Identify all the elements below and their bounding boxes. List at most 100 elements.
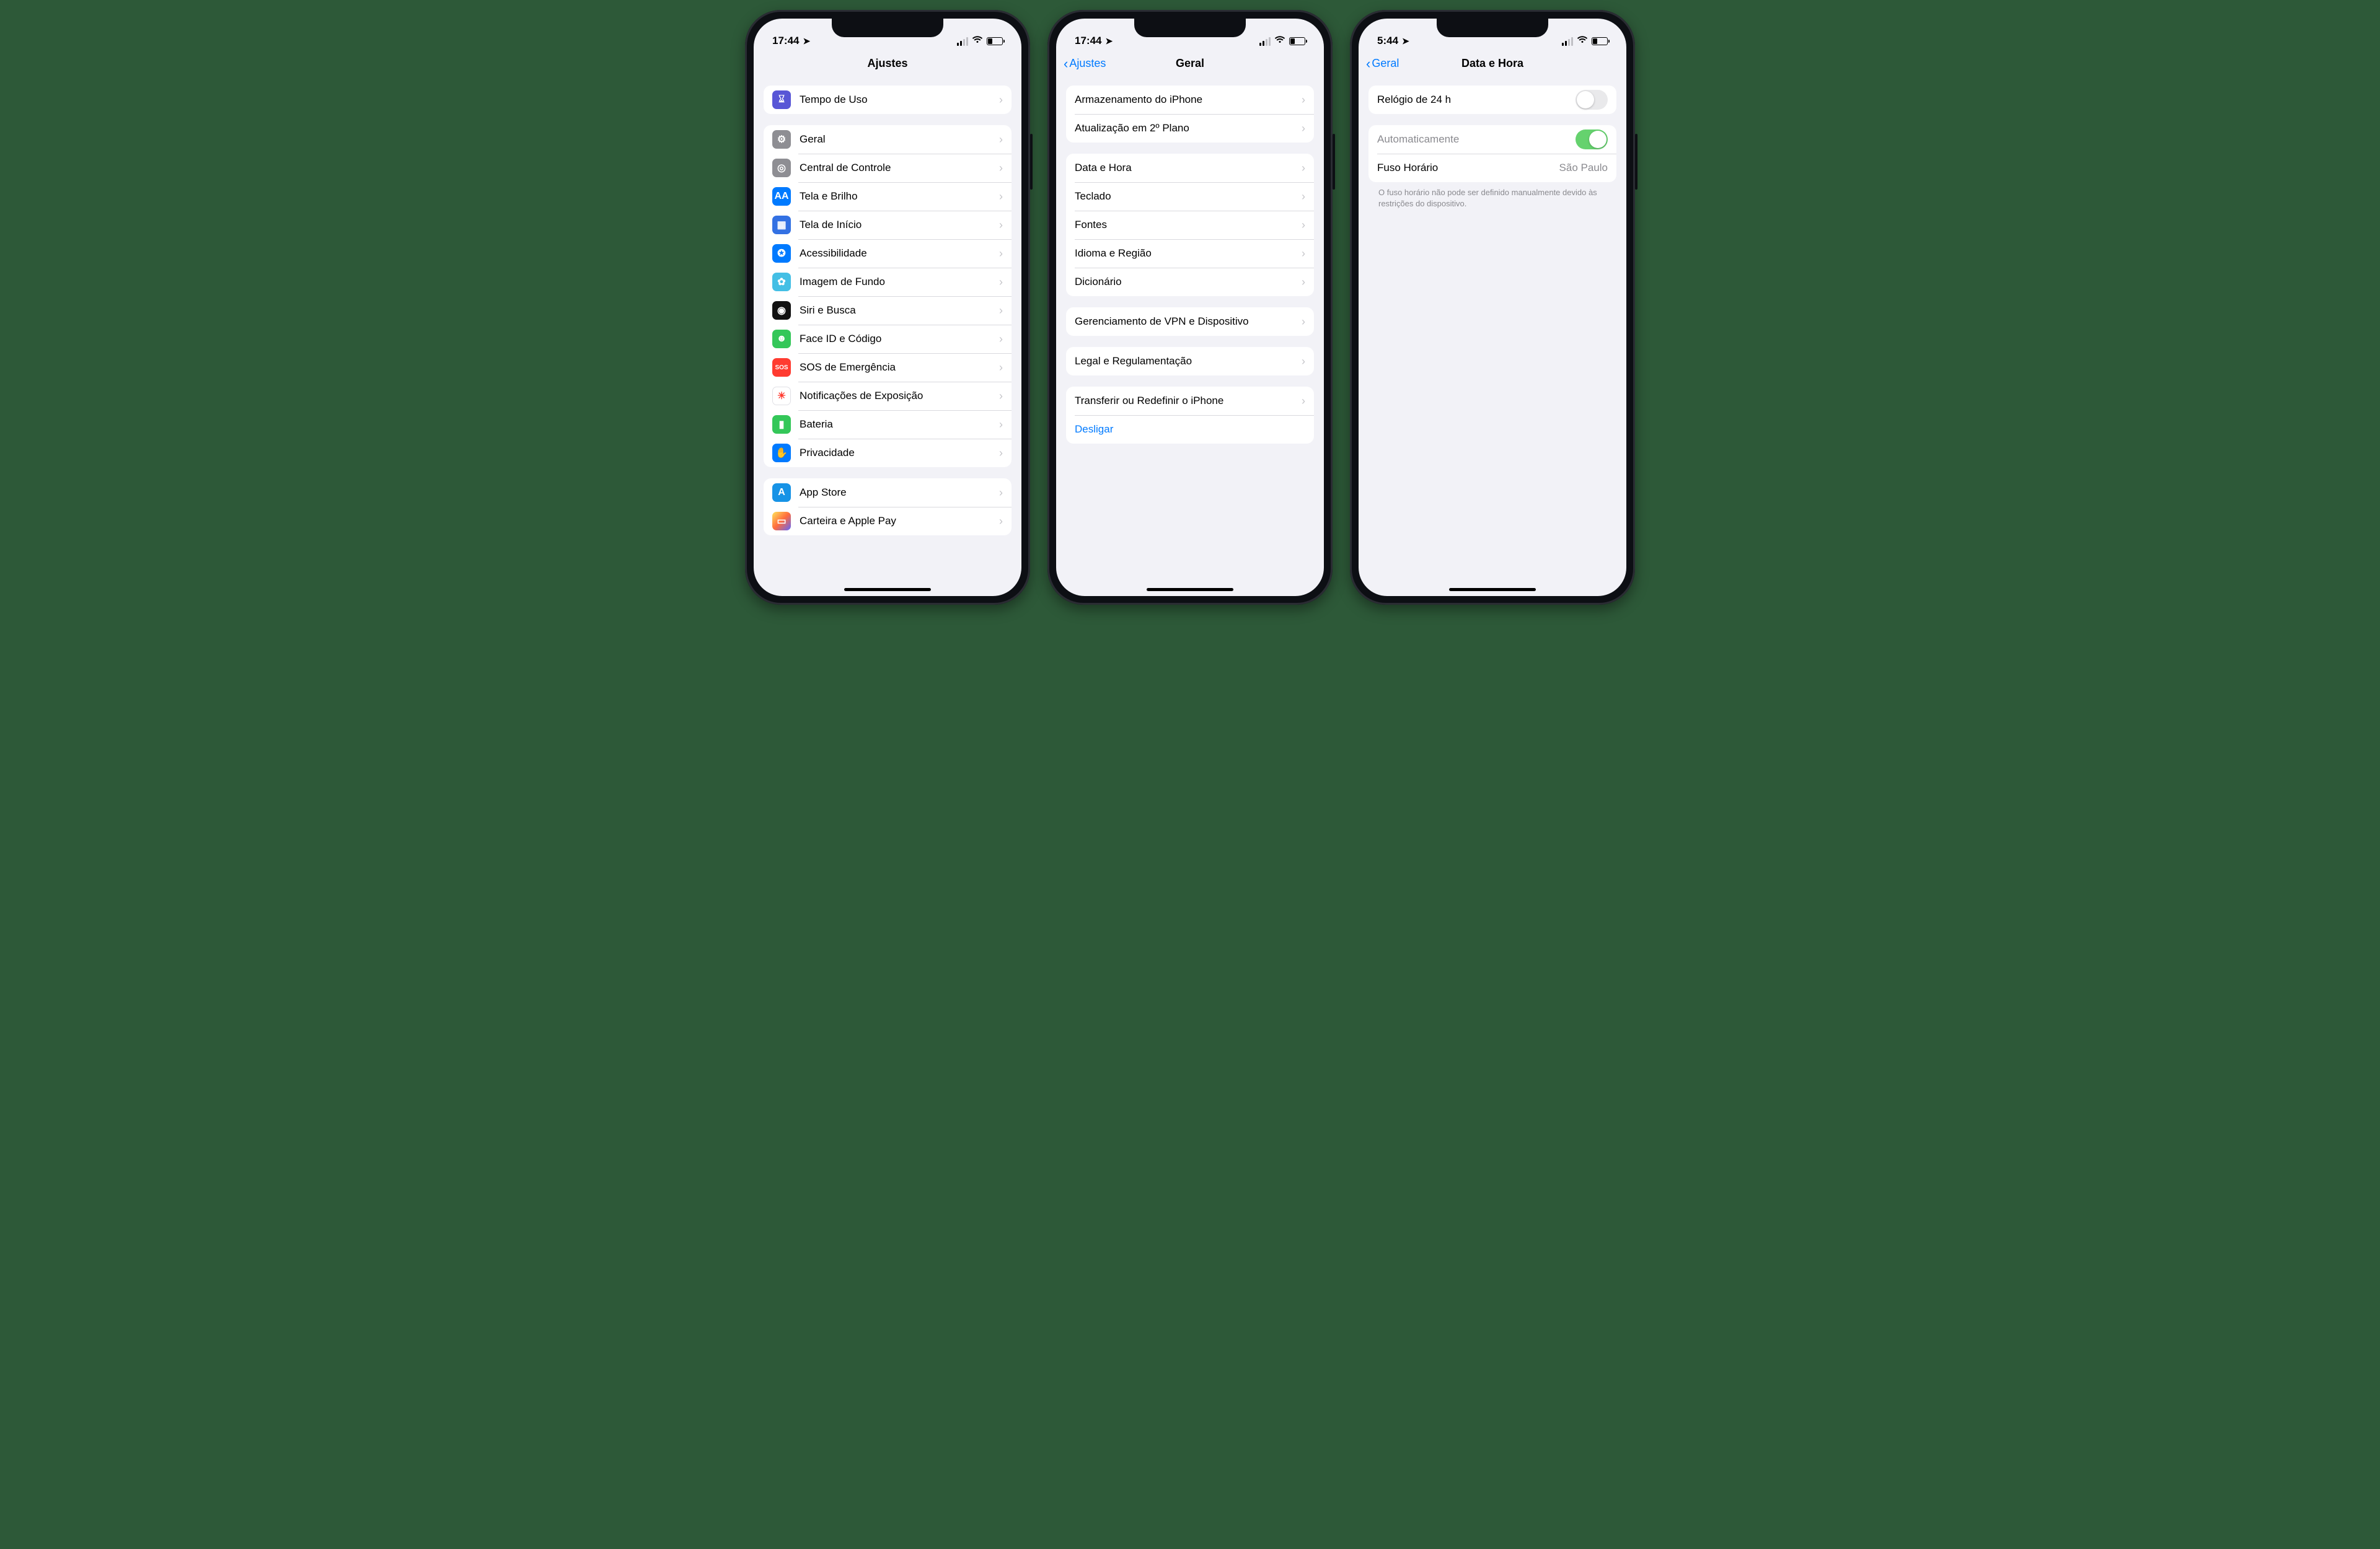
row-imagem-fundo[interactable]: ✿ Imagem de Fundo › [764, 268, 1011, 296]
gear-icon: ⚙︎ [772, 130, 791, 149]
row-faceid[interactable]: ☻ Face ID e Código › [764, 325, 1011, 353]
settings-group: Legal e Regulamentação› [1066, 347, 1314, 375]
chevron-right-icon: › [999, 486, 1003, 499]
row-label: Desligar [1075, 423, 1305, 436]
home-indicator[interactable] [844, 588, 931, 591]
nav-bar: Ajustes [754, 50, 1021, 78]
row-relogio-24h[interactable]: Relógio de 24 h [1368, 86, 1616, 114]
settings-content[interactable]: Relógio de 24 h AutomaticamenteFuso Horár… [1359, 78, 1626, 596]
row-label: App Store [800, 486, 990, 499]
chevron-right-icon: › [1302, 219, 1305, 232]
chevron-right-icon: › [1302, 162, 1305, 175]
row-label: Tela de Início [800, 219, 990, 231]
toggle-switch[interactable] [1576, 129, 1608, 149]
exposure-icon: ☀︎ [772, 387, 791, 405]
chevron-right-icon: › [999, 276, 1003, 289]
chevron-right-icon: › [999, 333, 1003, 346]
nav-back-button[interactable]: ‹Geral [1366, 50, 1399, 77]
toggle-switch[interactable] [1576, 90, 1608, 110]
settings-content[interactable]: ⌛︎Tempo de Uso› ⚙︎Geral› ◎ Central de Contr… [754, 78, 1021, 596]
row-appstore[interactable]: AApp Store› [764, 478, 1011, 507]
nav-bar: ‹Geral Data e Hora [1359, 50, 1626, 78]
chevron-right-icon: › [999, 447, 1003, 460]
row-label: Carteira e Apple Pay [800, 515, 990, 527]
row-sos[interactable]: SOSSOS de Emergência› [764, 353, 1011, 382]
home-indicator[interactable] [1147, 588, 1233, 591]
chevron-right-icon: › [1302, 94, 1305, 107]
phone-screen: 5:44➤‹GeralData e HoraRelógio de 24 hAut… [1359, 19, 1626, 596]
row-label: Face ID e Código [800, 333, 990, 345]
row-label: Bateria [800, 418, 990, 431]
display-icon: AA [772, 187, 791, 206]
wifi-icon [1274, 35, 1285, 47]
chevron-left-icon: ‹ [1366, 56, 1370, 72]
battery-icon [987, 37, 1003, 45]
row-desligar[interactable]: Desligar [1066, 415, 1314, 444]
row-atualizacao-plano[interactable]: Atualização em 2º Plano› [1066, 114, 1314, 143]
toggles-icon: ◎ [772, 159, 791, 177]
row-label: Imagem de Fundo [800, 276, 990, 288]
row-transferir-redefinir[interactable]: Transferir ou Redefinir o iPhone› [1066, 387, 1314, 415]
row-vpn-dispositivo[interactable]: Gerenciamento de VPN e Dispositivo › [1066, 307, 1314, 336]
row-exposicao[interactable]: ☀︎Notificações de Exposição› [764, 382, 1011, 410]
row-siri-busca[interactable]: ◉Siri e Busca› [764, 296, 1011, 325]
battery-icon: ▮ [772, 415, 791, 434]
wifi-icon [1577, 35, 1588, 47]
row-central-controle[interactable]: ◎ Central de Controle › [764, 154, 1011, 182]
chevron-right-icon: › [999, 418, 1003, 431]
settings-group: AutomaticamenteFuso HorárioSão Paulo [1368, 125, 1616, 182]
row-carteira[interactable]: ▭ Carteira e Apple Pay › [764, 507, 1011, 535]
row-bateria[interactable]: ▮ Bateria › [764, 410, 1011, 439]
nav-bar: ‹AjustesGeral [1056, 50, 1324, 78]
row-teclado[interactable]: Teclado› [1066, 182, 1314, 211]
settings-group: Relógio de 24 h [1368, 86, 1616, 114]
nav-back-label: Geral [1372, 57, 1399, 70]
faceid-icon: ☻ [772, 330, 791, 348]
settings-group: Armazenamento do iPhone›Atualização em 2… [1066, 86, 1314, 143]
nav-title: Data e Hora [1461, 57, 1523, 70]
chevron-right-icon: › [1302, 276, 1305, 289]
row-idioma-regiao[interactable]: Idioma e Região› [1066, 239, 1314, 268]
row-label: Idioma e Região [1075, 247, 1293, 260]
row-privacidade[interactable]: ✋Privacidade› [764, 439, 1011, 467]
settings-group: AApp Store›▭Carteira e Apple Pay› [764, 478, 1011, 535]
row-label: Tela e Brilho [800, 190, 990, 203]
chevron-right-icon: › [999, 361, 1003, 374]
phone-screen: 17:44➤‹AjustesGeralArmazenamento do iPho… [1056, 19, 1324, 596]
wallet-icon: ▭ [772, 512, 791, 530]
row-fontes[interactable]: Fontes› [1066, 211, 1314, 239]
chevron-right-icon: › [999, 304, 1003, 317]
chevron-right-icon: › [999, 247, 1003, 260]
phone-frame: 5:44➤‹GeralData e HoraRelógio de 24 hAut… [1350, 10, 1635, 605]
row-tempo-de-uso[interactable]: ⌛︎Tempo de Uso› [764, 86, 1011, 114]
row-acessibilidade[interactable]: ✪Acessibilidade› [764, 239, 1011, 268]
row-label: Relógio de 24 h [1377, 94, 1567, 106]
phone-frame: 17:44➤‹AjustesGeralArmazenamento do iPho… [1047, 10, 1333, 605]
chevron-right-icon: › [999, 390, 1003, 403]
home-indicator[interactable] [1449, 588, 1536, 591]
row-label: Dicionário [1075, 276, 1293, 288]
row-armazenamento[interactable]: Armazenamento do iPhone› [1066, 86, 1314, 114]
cellular-icon [1562, 37, 1573, 46]
row-tela-inicio[interactable]: ▦Tela de Início› [764, 211, 1011, 239]
chevron-right-icon: › [1302, 315, 1305, 328]
row-label: Gerenciamento de VPN e Dispositivo [1075, 315, 1293, 328]
chevron-right-icon: › [999, 515, 1003, 528]
chevron-right-icon: › [999, 219, 1003, 232]
nav-back-button[interactable]: ‹Ajustes [1064, 50, 1106, 77]
wallpaper-icon: ✿ [772, 273, 791, 291]
row-legal[interactable]: Legal e Regulamentação› [1066, 347, 1314, 375]
row-label: Legal e Regulamentação [1075, 355, 1293, 367]
status-time: 17:44 [1075, 35, 1101, 47]
row-automaticamente[interactable]: Automaticamente [1368, 125, 1616, 154]
location-icon: ➤ [803, 36, 810, 46]
row-dicionario[interactable]: Dicionário › [1066, 268, 1314, 296]
privacy-icon: ✋ [772, 444, 791, 462]
row-geral[interactable]: ⚙︎Geral› [764, 125, 1011, 154]
row-label: Central de Controle [800, 162, 990, 174]
row-tela-brilho[interactable]: AATela e Brilho› [764, 182, 1011, 211]
chevron-right-icon: › [999, 162, 1003, 175]
row-data-hora[interactable]: Data e Hora› [1066, 154, 1314, 182]
settings-content[interactable]: Armazenamento do iPhone›Atualização em 2… [1056, 78, 1324, 596]
siri-icon: ◉ [772, 301, 791, 320]
